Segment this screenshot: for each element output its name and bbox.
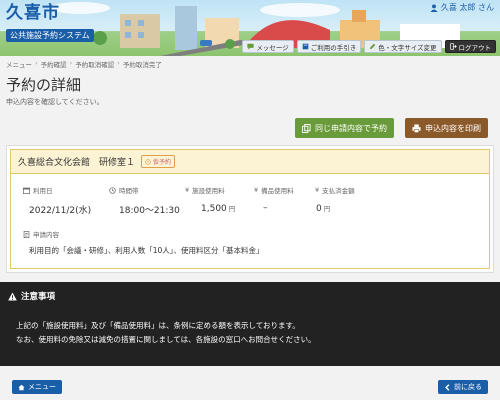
notice-panel: 注意事項 上記の「施設使用料」及び「備品使用料」は、条例に定める額を表示しており… xyxy=(0,282,500,366)
facility-fee-label-text: 施設使用料 xyxy=(192,187,225,195)
user-name: 久喜 太郎 さん xyxy=(440,3,494,12)
logo-city-name: 久喜市 xyxy=(6,3,60,23)
breadcrumb-reservation-check[interactable]: 予約確認 xyxy=(41,59,67,69)
notice-title-text: 注意事項 xyxy=(21,292,56,302)
breadcrumb-cancel-confirm[interactable]: 予約取消確認 xyxy=(75,59,114,69)
message-button[interactable]: メッセージ xyxy=(242,40,294,53)
book-icon xyxy=(302,43,308,50)
reservation-card-inner: 久喜総合文化会館 研修室１ 仮予約 利用日 時間帯 ¥ 施設使用料 ¥ 備品使用… xyxy=(10,149,490,269)
breadcrumb-separator: › xyxy=(35,59,38,67)
yen-icon: ¥ xyxy=(315,186,320,194)
breadcrumb-separator: › xyxy=(69,59,73,67)
page-subtitle: 申込内容を確認してください。 xyxy=(6,98,104,106)
logout-icon xyxy=(449,43,457,50)
print-button[interactable]: 申込内容を印刷 xyxy=(405,118,488,138)
chevron-left-icon xyxy=(445,383,450,391)
status-badge-label: 仮予約 xyxy=(153,159,172,166)
guide-label: ご利用の手引き xyxy=(310,43,357,52)
user-icon xyxy=(430,3,438,12)
status-badge: 仮予約 xyxy=(141,155,176,168)
breadcrumb-separator: › xyxy=(117,59,120,67)
equipment-fee-value: – xyxy=(263,203,268,213)
message-label: メッセージ xyxy=(256,43,289,52)
calendar-icon xyxy=(23,187,30,194)
menu-button[interactable]: メニュー xyxy=(12,380,62,394)
time-label: 時間帯 xyxy=(109,185,139,195)
display-settings-label: 色・文字サイズ変更 xyxy=(378,43,437,52)
home-icon xyxy=(18,384,25,390)
breadcrumb-cancel-complete: 予約取消完了 xyxy=(122,61,162,69)
date-value: 2022/11/2(水) xyxy=(29,206,92,216)
logo-system-name: 公共施設予約システム xyxy=(6,29,94,42)
notice-line-2: なお、使用料の免除又は減免の措置に関しましては、各施設の窓口へお問合せください。 xyxy=(16,335,316,344)
amount-due-amount: 0 xyxy=(316,204,322,214)
breadcrumb-menu[interactable]: メニュー xyxy=(6,59,32,69)
request-label-text: 申請内容 xyxy=(33,231,59,239)
facility-fee-value: 1,500 円 xyxy=(201,203,235,214)
yen-unit: 円 xyxy=(228,205,236,213)
facility-fee-label: ¥ 施設使用料 xyxy=(185,185,225,195)
display-settings-button[interactable]: 色・文字サイズ変更 xyxy=(364,40,442,53)
request-label: 申請内容 xyxy=(23,229,59,239)
logout-label: ログアウト xyxy=(458,43,492,52)
amount-due-label-text: 支払済金額 xyxy=(322,187,355,195)
equipment-fee-label-text: 備品使用料 xyxy=(261,187,294,195)
print-icon xyxy=(412,123,421,133)
print-label: 申込内容を印刷 xyxy=(425,123,481,133)
clock-icon xyxy=(109,186,116,194)
page-title: 予約の詳細 xyxy=(6,76,82,94)
yen-icon: ¥ xyxy=(254,186,259,194)
equipment-fee-label: ¥ 備品使用料 xyxy=(254,185,294,195)
menu-button-label: メニュー xyxy=(28,383,56,391)
back-button[interactable]: 前に戻る xyxy=(438,380,488,394)
site-logo[interactable]: 久喜市 公共施設予約システム xyxy=(6,3,94,42)
warning-icon xyxy=(8,291,17,301)
time-value: 18:00～21:30 xyxy=(119,206,180,216)
clock-icon xyxy=(145,158,151,165)
header-banner: 久喜市 公共施設予約システム 久喜 太郎 さん メッセージ ご利用の手引き 色・… xyxy=(0,0,500,56)
amount-due-value: 0円 xyxy=(316,203,330,214)
reservation-card: 久喜総合文化会館 研修室１ 仮予約 利用日 時間帯 ¥ 施設使用料 ¥ 備品使用… xyxy=(6,145,494,273)
date-label: 利用日 xyxy=(23,185,53,195)
logout-button[interactable]: ログアウト xyxy=(444,40,496,53)
date-label-text: 利用日 xyxy=(33,187,53,195)
reapply-label: 同じ申請内容で予約 xyxy=(315,123,387,133)
yen-unit: 円 xyxy=(323,205,331,213)
amount-due-label: ¥ 支払済金額 xyxy=(315,185,355,195)
notice-title: 注意事項 xyxy=(8,290,55,302)
notice-line-1: 上記の「施設使用料」及び「備品使用料」は、条例に定める額を表示しております。 xyxy=(16,321,300,330)
copy-icon xyxy=(302,123,311,133)
facility-fee-amount: 1,500 xyxy=(201,204,227,214)
facility-name: 久喜総合文化会館 研修室１ xyxy=(18,158,136,168)
reapply-button[interactable]: 同じ申請内容で予約 xyxy=(295,118,394,138)
time-label-text: 時間帯 xyxy=(119,187,139,195)
chat-icon xyxy=(247,43,254,50)
pen-icon xyxy=(369,43,376,50)
user-info: 久喜 太郎 さん xyxy=(430,2,494,13)
header-buttons: メッセージ ご利用の手引き 色・文字サイズ変更 ログアウト xyxy=(242,40,496,53)
yen-icon: ¥ xyxy=(185,186,190,194)
guide-button[interactable]: ご利用の手引き xyxy=(296,40,362,53)
back-button-label: 前に戻る xyxy=(454,383,482,391)
document-icon xyxy=(23,230,30,238)
breadcrumb: メニュー › 予約確認 › 予約取消確認 › 予約取消完了 xyxy=(6,59,162,69)
reservation-card-header: 久喜総合文化会館 研修室１ 仮予約 xyxy=(11,150,489,174)
request-value: 利用目的「会議・研修」、利用人数「10人」、使用料区分「基本料金」 xyxy=(29,246,264,255)
